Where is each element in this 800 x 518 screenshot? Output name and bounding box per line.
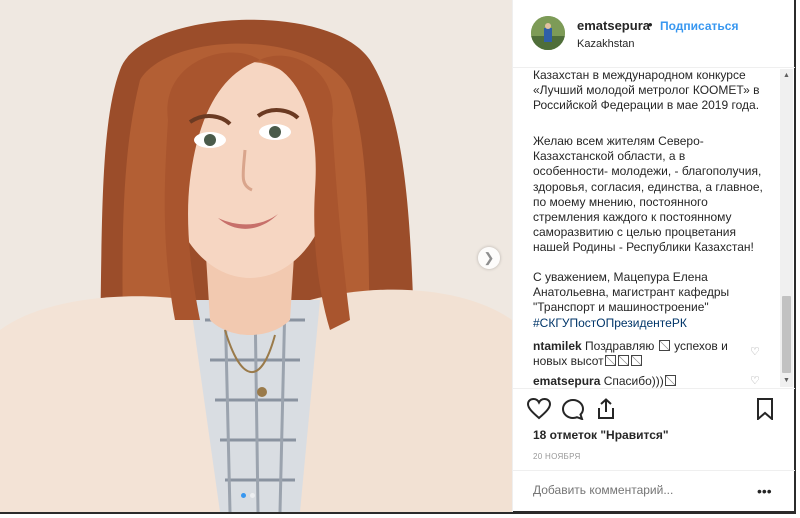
emoji-glyph xyxy=(617,355,629,366)
comment-like-heart-icon[interactable]: ♡ xyxy=(750,374,760,387)
caption-scroll-area[interactable]: Казахстан в международном конкурсе «Лучш… xyxy=(513,68,779,388)
scrollbar-thumb[interactable] xyxy=(782,296,791,373)
caption-line: С уважением, Мацепура Елена xyxy=(533,270,708,284)
comment-icon[interactable] xyxy=(561,398,585,420)
emoji-glyph xyxy=(658,340,670,351)
caption-line: «Лучший молодой метролог КООМЕТ» в xyxy=(533,83,760,98)
emoji-glyph xyxy=(604,355,616,366)
caption-line: стремления каждого к постоянному xyxy=(533,210,732,225)
caption-line: Казахстанской области, а в xyxy=(533,149,686,164)
comment-text: Поздравляю xyxy=(585,339,655,353)
likes-count[interactable]: 18 отметок "Нравится" xyxy=(533,428,669,442)
comment-text: Спасибо))) xyxy=(603,374,664,388)
post-photo[interactable]: ❯ xyxy=(0,0,512,512)
more-options-icon[interactable]: ••• xyxy=(757,483,772,499)
scroll-down-arrow-icon[interactable]: ▼ xyxy=(780,374,793,387)
comment-item: ntamilek Поздравляю успехов и новых высо… xyxy=(533,339,765,369)
comment-like-heart-icon[interactable]: ♡ xyxy=(750,345,760,358)
comment-username[interactable]: ntamilek xyxy=(533,339,582,353)
caption-line: саморазвитию с целью процветания xyxy=(533,225,736,240)
heart-icon[interactable] xyxy=(527,398,551,420)
caption-line: особенности- молодежи, - благополучия, xyxy=(533,164,762,179)
add-comment-bar: ••• xyxy=(513,470,795,513)
share-icon[interactable] xyxy=(595,398,617,420)
follow-button[interactable]: Подписаться xyxy=(660,19,738,33)
comment-username[interactable]: ematsepura xyxy=(533,374,600,388)
caption-line: Казахстан в международном конкурсе xyxy=(533,68,746,82)
caption-line: по моему мнению, постоянного xyxy=(533,194,708,209)
scroll-up-arrow-icon[interactable]: ▲ xyxy=(780,69,793,82)
comment-text: новых высот xyxy=(533,354,604,368)
caption-line: Российской Федерации в мае 2019 года. xyxy=(533,98,760,113)
emoji-glyph xyxy=(630,355,642,366)
portrait-image xyxy=(0,0,512,512)
avatar[interactable] xyxy=(531,16,565,50)
carousel-indicator xyxy=(241,493,255,498)
caption-paragraph-3: С уважением, Мацепура Елена Анатольевна,… xyxy=(513,270,779,331)
next-slide-button[interactable]: ❯ xyxy=(478,247,500,269)
caption-line: нашей Родины - Республики Казахстан! xyxy=(533,240,754,255)
username-link[interactable]: ematsepura xyxy=(577,18,650,33)
avatar-image xyxy=(531,16,565,50)
caption-paragraph-2: Желаю всем жителям Северо- Казахстанской… xyxy=(513,134,779,256)
caption-line: "Транспорт и машиностроение" xyxy=(533,300,709,315)
action-bar xyxy=(513,388,795,429)
post-details-panel: ematsepura • Подписаться Kazakhstan Каза… xyxy=(512,0,795,512)
caption-paragraph-1: Казахстан в международном конкурсе «Лучш… xyxy=(513,68,779,114)
caption-line: здоровья, согласия, единства, а главное, xyxy=(533,179,763,194)
location-link[interactable]: Kazakhstan xyxy=(577,38,634,50)
hashtag-link[interactable]: #СКГУПостОПрезидентеРК xyxy=(533,316,687,330)
post-header: ematsepura • Подписаться Kazakhstan xyxy=(513,0,795,68)
emoji-glyph xyxy=(664,375,676,386)
caption-scrollbar[interactable]: ▲ ▼ xyxy=(780,69,793,387)
carousel-dot-active xyxy=(241,493,246,498)
caption-line: Желаю всем жителям Северо- xyxy=(533,134,704,148)
comment-item: ematsepura Спасибо))) xyxy=(533,374,765,388)
add-comment-input[interactable] xyxy=(531,482,755,498)
post-date: 20 НОЯБРЯ xyxy=(533,452,581,461)
bookmark-icon[interactable] xyxy=(755,398,775,420)
comment-text: успехов и xyxy=(674,339,728,353)
caption-line: Анатольевна, магистрант кафедры xyxy=(533,285,730,300)
separator-dot: • xyxy=(648,17,653,32)
chevron-right-icon: ❯ xyxy=(483,250,495,265)
carousel-dot xyxy=(250,493,255,498)
